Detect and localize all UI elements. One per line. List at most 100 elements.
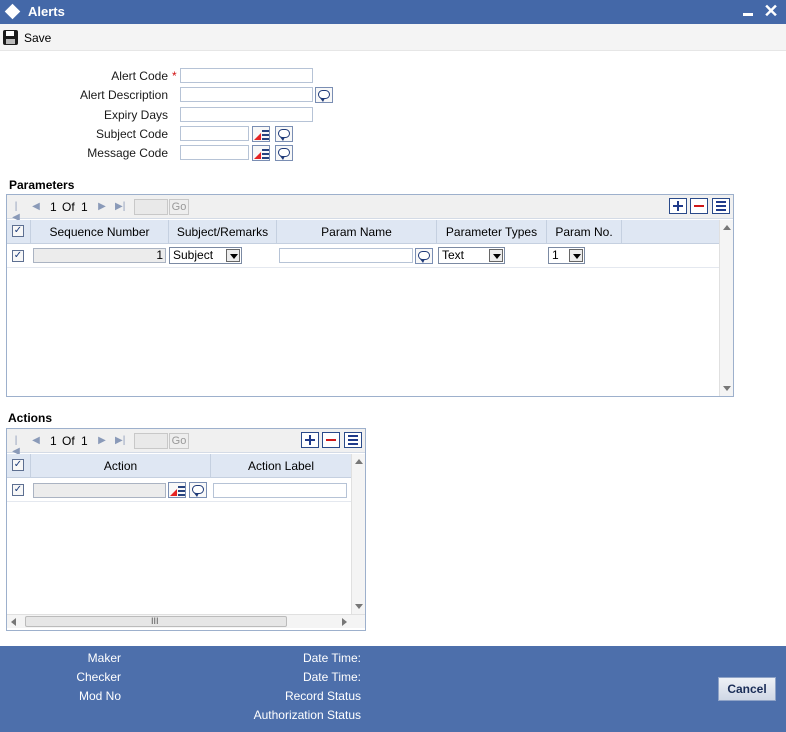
save-floppy-icon — [3, 30, 18, 45]
col-sequence-number[interactable]: Sequence Number — [31, 220, 169, 244]
subject-remarks-select[interactable]: Subject — [169, 247, 242, 264]
alert-description-editor-button[interactable] — [315, 87, 333, 103]
toolbar: Save — [0, 24, 786, 51]
alert-description-label: Alert Description — [79, 88, 168, 102]
table-row: ✓ — [7, 479, 351, 502]
actions-grid: |◀ ◀ 1 Of 1 ▶ ▶| Go ✓ Action Action Labe… — [6, 428, 366, 631]
page-of-label: Of — [62, 434, 75, 448]
page-jump-input[interactable] — [134, 433, 168, 449]
checker-date-time-label: Date Time: — [302, 670, 361, 684]
dropdown-arrow-icon — [569, 249, 583, 262]
scroll-down-icon[interactable] — [723, 386, 731, 391]
sequence-number-cell[interactable]: 1 — [33, 248, 166, 263]
current-page: 1 — [50, 200, 57, 214]
scroll-grip: III — [151, 616, 159, 626]
add-row-icon[interactable] — [669, 198, 687, 214]
parameters-grid: |◀ ◀ 1 Of 1 ▶ ▶| Go ✓ Sequence Number Su… — [6, 194, 734, 397]
delete-row-icon[interactable] — [690, 198, 708, 214]
window-title: Alerts — [28, 4, 65, 19]
authorization-status-label: Authorization Status — [253, 708, 361, 722]
message-code-lov-button[interactable] — [252, 145, 270, 161]
parameter-type-select[interactable]: Text — [438, 247, 505, 264]
first-page-icon[interactable]: |◀ — [11, 435, 21, 457]
go-button[interactable]: Go — [169, 199, 189, 215]
scroll-up-icon[interactable] — [355, 459, 363, 464]
subject-code-editor-button[interactable] — [275, 126, 293, 142]
col-param-name[interactable]: Param Name — [277, 220, 437, 244]
total-pages: 1 — [81, 200, 88, 214]
message-code-input[interactable] — [180, 145, 249, 160]
subject-code-lov-button[interactable] — [252, 126, 270, 142]
add-row-icon[interactable] — [301, 432, 319, 448]
total-pages: 1 — [81, 434, 88, 448]
actions-pager: |◀ ◀ 1 Of 1 ▶ ▶| Go — [7, 429, 365, 457]
scroll-left-icon[interactable] — [11, 618, 16, 626]
row-select-checkbox[interactable]: ✓ — [12, 484, 24, 496]
row-select-checkbox[interactable]: ✓ — [12, 250, 24, 262]
view-list-icon[interactable] — [344, 432, 362, 448]
scroll-right-icon[interactable] — [342, 618, 347, 626]
col-param-no[interactable]: Param No. — [547, 220, 622, 244]
action-editor-button[interactable] — [189, 482, 207, 498]
alert-code-label: Alert Code — [111, 69, 168, 83]
last-page-icon[interactable]: ▶| — [115, 201, 125, 212]
param-name-editor-button[interactable] — [415, 248, 433, 264]
action-cell[interactable] — [33, 483, 166, 498]
param-no-select[interactable]: 1 — [548, 247, 585, 264]
alert-code-input[interactable] — [180, 68, 313, 83]
prev-page-icon[interactable]: ◀ — [31, 435, 41, 446]
subject-code-label: Subject Code — [95, 127, 168, 141]
scroll-down-icon[interactable] — [355, 604, 363, 609]
maker-date-time-label: Date Time: — [302, 651, 361, 665]
message-code-label: Message Code — [87, 146, 168, 160]
col-parameter-types[interactable]: Parameter Types — [437, 220, 547, 244]
col-action[interactable]: Action — [31, 454, 211, 478]
next-page-icon[interactable]: ▶ — [97, 435, 107, 446]
parameters-section-title: Parameters — [9, 178, 75, 192]
subject-remarks-value: Subject — [173, 248, 214, 262]
parameters-pager: |◀ ◀ 1 Of 1 ▶ ▶| Go — [7, 195, 733, 223]
actions-vertical-scrollbar[interactable] — [351, 454, 365, 614]
action-label-input[interactable] — [213, 483, 347, 498]
go-button[interactable]: Go — [169, 433, 189, 449]
expiry-days-input[interactable] — [180, 107, 313, 122]
select-all-checkbox[interactable]: ✓ — [12, 225, 24, 237]
mod-no-label: Mod No — [78, 689, 121, 703]
lov-arrow-icon — [254, 152, 261, 159]
dropdown-arrow-icon — [226, 249, 240, 262]
message-code-editor-button[interactable] — [275, 145, 293, 161]
parameters-header-row: ✓ Sequence Number Subject/Remarks Param … — [7, 220, 719, 244]
page-jump-input[interactable] — [134, 199, 168, 215]
view-list-icon[interactable] — [712, 198, 730, 214]
delete-row-icon[interactable] — [322, 432, 340, 448]
parameter-type-value: Text — [442, 248, 465, 262]
app-diamond-icon — [4, 3, 21, 20]
first-page-icon[interactable]: |◀ — [11, 201, 21, 223]
action-lov-button[interactable] — [168, 482, 186, 498]
parameters-vertical-scrollbar[interactable] — [719, 220, 733, 396]
actions-section-title: Actions — [8, 411, 53, 425]
minimize-icon[interactable] — [743, 13, 753, 16]
subject-code-input[interactable] — [180, 126, 249, 141]
scroll-up-icon[interactable] — [723, 225, 731, 230]
scroll-thumb[interactable]: III — [25, 616, 287, 627]
actions-horizontal-scrollbar[interactable]: III — [7, 614, 365, 628]
prev-page-icon[interactable]: ◀ — [31, 201, 41, 212]
current-page: 1 — [50, 434, 57, 448]
select-all-checkbox[interactable]: ✓ — [12, 459, 24, 471]
checker-label: Checker — [76, 670, 121, 684]
cancel-button[interactable]: Cancel — [718, 677, 776, 701]
close-icon[interactable]: ✕ — [762, 1, 780, 21]
last-page-icon[interactable]: ▶| — [115, 435, 125, 446]
record-status-label: Record Status — [284, 689, 361, 703]
required-mark: * — [172, 69, 177, 83]
col-action-label[interactable]: Action Label — [211, 454, 351, 478]
actions-header-row: ✓ Action Action Label — [7, 454, 351, 478]
col-subject-remarks[interactable]: Subject/Remarks — [169, 220, 277, 244]
lov-arrow-icon — [254, 133, 261, 140]
page-of-label: Of — [62, 200, 75, 214]
next-page-icon[interactable]: ▶ — [97, 201, 107, 212]
alert-description-input[interactable] — [180, 87, 313, 102]
param-name-input[interactable] — [279, 248, 413, 263]
save-label: Save — [24, 31, 52, 45]
